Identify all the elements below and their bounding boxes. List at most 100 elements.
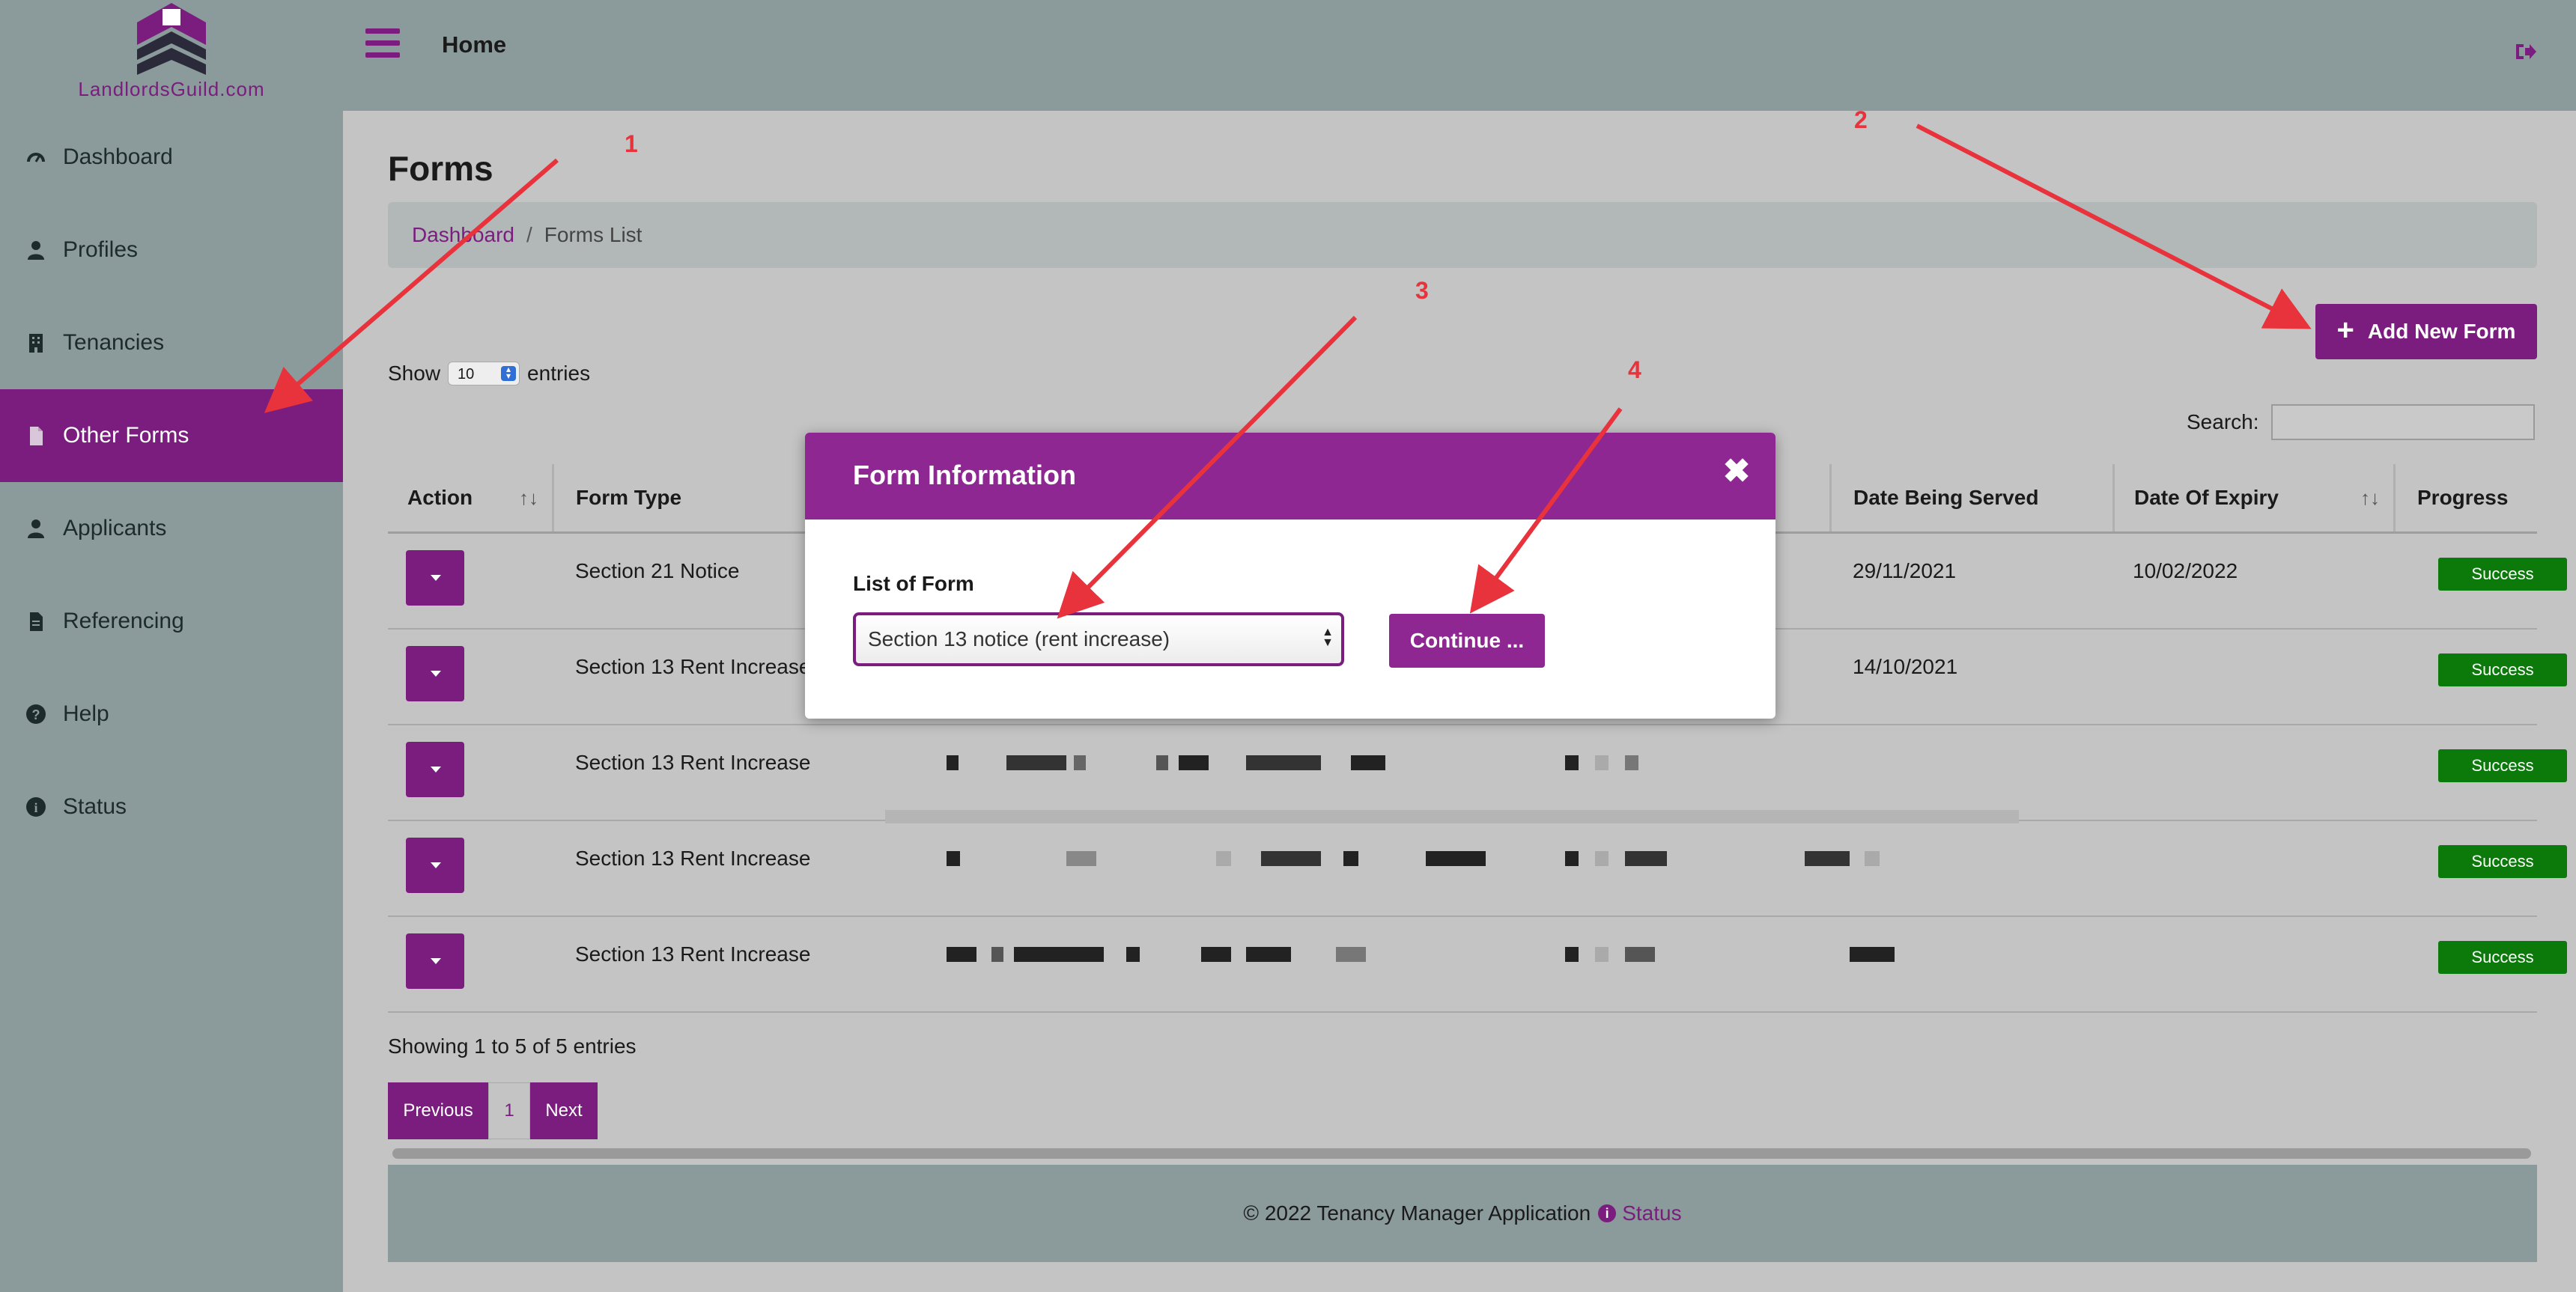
- user-icon: [28, 519, 44, 538]
- column-header-date-of-expiry[interactable]: Date Of Expiry ↑↓: [2115, 464, 2396, 531]
- column-header-date-being-served[interactable]: Date Being Served: [1834, 464, 2115, 531]
- form-information-modal: Form Information ✖ List of Form Section …: [805, 433, 1775, 719]
- logo-text: LandlordsGuild.com: [78, 78, 265, 100]
- sidebar-item-other-forms[interactable]: Other Forms: [0, 389, 343, 482]
- entries-length-control: Show 10 ▴ ▾ entries: [388, 362, 590, 386]
- add-new-form-button[interactable]: + Add New Form: [2315, 304, 2537, 359]
- sidebar-item-label: Other Forms: [63, 423, 189, 448]
- sidebar-item-label: Referencing: [63, 609, 184, 633]
- sidebar-nav: Dashboard Profiles Tenancies Other Forms: [0, 111, 343, 853]
- logo-mark-icon: [137, 3, 206, 75]
- pagination-next-button[interactable]: Next: [530, 1082, 598, 1139]
- sidebar-item-profiles[interactable]: Profiles: [0, 204, 343, 296]
- hamburger-menu-icon[interactable]: [365, 28, 400, 58]
- sidebar-item-label: Applicants: [63, 516, 167, 540]
- sidebar-item-status[interactable]: i Status: [0, 761, 343, 853]
- table-row: Section 13 Rent Increase Success: [388, 917, 2567, 1013]
- select-arrows-icon: ▲ ▼: [1322, 626, 1334, 649]
- row-action-dropdown-button[interactable]: [406, 550, 464, 606]
- plus-icon: +: [2336, 314, 2354, 347]
- search-input[interactable]: [2270, 404, 2535, 440]
- breadcrumb-separator: /: [526, 223, 532, 246]
- sidebar-item-applicants[interactable]: Applicants: [0, 482, 343, 575]
- sidebar: LandlordsGuild.com Dashboard Profiles Te…: [0, 0, 343, 1292]
- footer-status-link[interactable]: Status: [1622, 1201, 1681, 1225]
- sort-icon: ↑↓: [2360, 487, 2380, 509]
- info-circle-icon: i: [26, 797, 46, 817]
- cell-form-type: Section 13 Rent Increase: [575, 655, 811, 678]
- row-action-dropdown-button[interactable]: [406, 933, 464, 989]
- redacted-text: [1565, 947, 1895, 962]
- topbar-title[interactable]: Home: [442, 31, 506, 58]
- file-text-icon: [30, 612, 43, 631]
- cell-date-served: 29/11/2021: [1853, 559, 1957, 582]
- annotation-number-3: 3: [1415, 277, 1429, 304]
- modal-title: Form Information: [853, 460, 1076, 490]
- modal-backdrop-band: [885, 810, 2019, 823]
- entries-select[interactable]: 10 ▴ ▾: [448, 362, 520, 386]
- footer-copyright: © 2022 Tenancy Manager Application: [1243, 1201, 1591, 1225]
- redacted-text: [947, 947, 1381, 962]
- sidebar-item-dashboard[interactable]: Dashboard: [0, 111, 343, 204]
- brand-logo[interactable]: LandlordsGuild.com: [0, 0, 343, 105]
- sign-out-icon[interactable]: [2515, 42, 2537, 61]
- table-row: Section 13 Rent Increase Success: [388, 821, 2567, 917]
- row-action-dropdown-button[interactable]: [406, 838, 464, 893]
- form-type-select[interactable]: Section 13 notice (rent increase) ▲ ▼: [853, 612, 1344, 666]
- table-search: Search:: [2187, 404, 2535, 440]
- cell-form-type: Section 13 Rent Increase: [575, 942, 811, 966]
- pagination-page-1[interactable]: 1: [488, 1082, 530, 1139]
- cell-date-expiry: 10/02/2022: [2133, 559, 2238, 582]
- cell-form-type: Section 13 Rent Increase: [575, 751, 811, 774]
- modal-header: Form Information ✖: [805, 433, 1775, 519]
- row-action-dropdown-button[interactable]: [406, 646, 464, 701]
- info-circle-icon: i: [1598, 1204, 1617, 1222]
- add-new-form-label: Add New Form: [2367, 320, 2516, 343]
- entries-label: entries: [527, 362, 591, 385]
- status-badge: Success: [2438, 558, 2567, 591]
- question-circle-icon: ?: [26, 704, 46, 724]
- file-icon: [30, 427, 43, 445]
- pagination-previous-button[interactable]: Previous: [388, 1082, 488, 1139]
- breadcrumb: Dashboard / Forms List: [388, 202, 2537, 268]
- sidebar-item-label: Status: [63, 794, 127, 819]
- page-title: Forms: [388, 149, 493, 188]
- status-badge: Success: [2438, 653, 2567, 686]
- sidebar-item-label: Dashboard: [63, 144, 173, 169]
- entries-select-value: 10: [458, 366, 475, 383]
- continue-button[interactable]: Continue ...: [1389, 614, 1545, 668]
- select-arrows-icon: ▴ ▾: [501, 365, 517, 381]
- user-icon: [28, 241, 44, 260]
- form-type-select-value: Section 13 notice (rent increase): [868, 627, 1170, 650]
- sidebar-item-referencing[interactable]: Referencing: [0, 575, 343, 668]
- column-header-action[interactable]: Action ↑↓: [388, 464, 554, 531]
- row-action-dropdown-button[interactable]: [406, 742, 464, 797]
- annotation-number-4: 4: [1628, 356, 1641, 383]
- speedometer-icon: [27, 153, 45, 162]
- breadcrumb-dashboard-link[interactable]: Dashboard: [412, 223, 514, 247]
- cell-form-type: Section 13 Rent Increase: [575, 847, 811, 870]
- status-badge: Success: [2438, 941, 2567, 974]
- table-info: Showing 1 to 5 of 5 entries: [388, 1034, 637, 1058]
- annotation-number-1: 1: [625, 130, 638, 157]
- status-badge: Success: [2438, 845, 2567, 878]
- sort-icon: ↑↓: [519, 487, 538, 509]
- sidebar-item-label: Tenancies: [63, 330, 165, 355]
- redacted-text: [1565, 851, 1880, 866]
- close-icon[interactable]: ✖: [1720, 455, 1753, 488]
- table-row: Section 13 Rent Increase Success: [388, 725, 2567, 821]
- annotation-number-2: 2: [1854, 106, 1868, 133]
- sidebar-item-tenancies[interactable]: Tenancies: [0, 296, 343, 389]
- svg-text:i: i: [34, 800, 37, 815]
- footer: © 2022 Tenancy Manager Application i Sta…: [388, 1165, 2537, 1262]
- show-label: Show: [388, 362, 441, 385]
- search-label: Search:: [2187, 410, 2259, 433]
- svg-text:?: ?: [32, 707, 40, 722]
- sidebar-item-help[interactable]: ? Help: [0, 668, 343, 761]
- column-header-progress[interactable]: Progress: [2398, 464, 2537, 531]
- breadcrumb-current: Forms List: [544, 223, 643, 246]
- horizontal-scrollbar[interactable]: [392, 1148, 2531, 1159]
- sidebar-item-label: Profiles: [63, 237, 139, 262]
- cell-date-served: 14/10/2021: [1853, 655, 1958, 678]
- status-badge: Success: [2438, 749, 2567, 782]
